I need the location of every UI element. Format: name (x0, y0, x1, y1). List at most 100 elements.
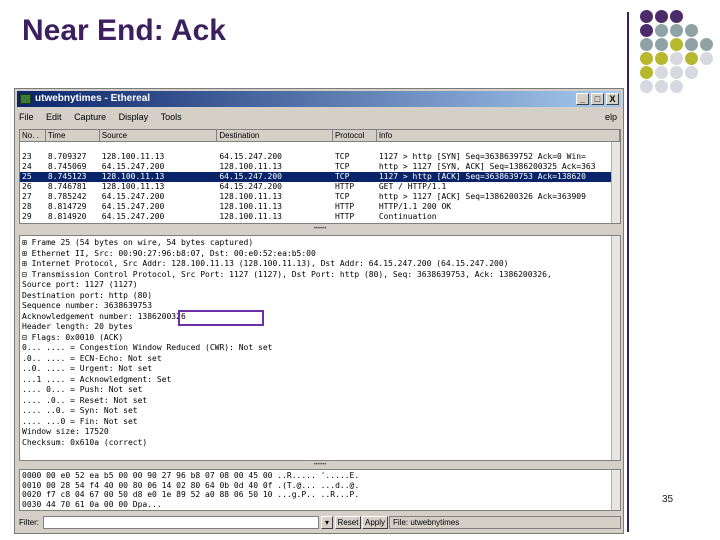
menu-edit[interactable]: Edit (46, 109, 62, 125)
apply-button[interactable]: Apply (362, 516, 388, 529)
decorative-dot (700, 38, 713, 51)
table-row[interactable]: 29 8.814920 64.15.247.200 128.100.11.13 HTTP… (20, 212, 620, 222)
close-button[interactable]: X (606, 93, 619, 105)
page-number: 35 (662, 494, 674, 505)
menu-tools[interactable]: Tools (161, 109, 182, 125)
detail-line[interactable]: ..0. .... = Urgent: Not set (22, 364, 620, 375)
detail-line[interactable]: Checksum: 0x610a (correct) (22, 438, 620, 449)
detail-line[interactable]: Window size: 17520 (22, 427, 620, 438)
cell-src (100, 142, 218, 152)
cell-src: 128.100.11.13 (101, 152, 165, 161)
hex-dump: 0000 00 e0 52 ea b5 00 00 90 27 96 b8 07… (19, 469, 621, 511)
cell-no (20, 142, 46, 152)
reset-button[interactable]: Reset (335, 516, 361, 529)
menubar: File Edit Capture Display Tools elp (19, 109, 619, 125)
statusbar: Filter: ▾ Reset Apply File: utwebnytimes (19, 515, 621, 531)
decorative-dot (670, 24, 683, 37)
detail-line[interactable]: 0... .... = Congestion Window Reduced (C… (22, 343, 620, 354)
slide-title: Near End: Ack (22, 14, 226, 47)
menu-file[interactable]: File (19, 109, 34, 125)
detail-line[interactable]: .... ...0 = Fin: Not set (22, 417, 620, 428)
table-row[interactable]: 23 8.709327 128.100.11.13 64.15.247.200 TCP 1… (20, 152, 620, 162)
decorative-dot (670, 38, 683, 51)
cell-info: Continuation (378, 212, 437, 221)
table-row[interactable]: 27 8.785242 64.15.247.200 128.100.11.13 TCP h… (20, 192, 620, 202)
cell-info: 1127 > http [SYN] Seq=3638639752 Ack=0 W… (378, 152, 586, 161)
decorative-dot (640, 52, 653, 65)
detail-line[interactable]: ⊟ Flags: 0x0010 (ACK) (22, 333, 620, 344)
cell-time: 8.814729 (47, 202, 87, 211)
cell-proto: TCP (334, 192, 350, 201)
minimize-button[interactable]: _ (576, 93, 589, 105)
detail-line[interactable]: Sequence number: 3638639753 (22, 301, 620, 312)
decorative-dot (685, 66, 698, 79)
cell-proto: TCP (334, 152, 350, 161)
detail-line[interactable]: .0.. .... = ECN-Echo: Not set (22, 354, 620, 365)
maximize-button[interactable]: □ (591, 93, 604, 105)
column-info[interactable]: Info (377, 130, 620, 141)
cell-time: 8.745123 (47, 172, 87, 181)
cell-dst: 128.100.11.13 (219, 192, 282, 201)
decorative-dot (685, 52, 698, 65)
cell-info: GET / HTTP/1.1 (378, 182, 447, 191)
hex-line: 0020 f7 c8 04 67 00 50 d8 e0 1e 89 52 a0… (22, 490, 360, 499)
hex-scrollbar[interactable] (611, 470, 620, 510)
detail-line[interactable]: ⊟ Transmission Control Protocol, Src Por… (22, 270, 620, 281)
table-row[interactable]: 25 8.745123 128.100.11.13 64.15.247.200 TCP 1… (20, 172, 620, 182)
cell-src: 128.100.11.13 (101, 182, 165, 191)
cell-dst: 64.15.247.200 (219, 152, 282, 161)
cell-proto: TCP (334, 172, 350, 181)
filter-dropdown-icon[interactable]: ▾ (321, 516, 333, 529)
menu-display[interactable]: Display (119, 109, 149, 125)
detail-line[interactable]: ⊞ Frame 25 (54 bytes on wire, 54 bytes c… (22, 238, 620, 249)
column-time[interactable]: Time (46, 130, 100, 141)
detail-line[interactable]: Acknowledgement number: 1386200326 (22, 312, 620, 323)
detail-line[interactable]: .... ..0. = Syn: Not set (22, 406, 620, 417)
decorative-dot (655, 38, 668, 51)
table-row[interactable]: 24 8.745069 64.15.247.200 128.100.11.13 TCP h… (20, 162, 620, 172)
cell-info (377, 142, 620, 152)
splitter-handle[interactable]: •••••• (19, 462, 621, 468)
filter-input[interactable] (43, 516, 319, 529)
cell-src: 64.15.247.200 (101, 212, 165, 221)
detail-line[interactable]: ⊞ Internet Protocol, Src Addr: 128.100.1… (22, 259, 620, 270)
window-titlebar[interactable]: utwebnytimes - Ethereal _ □ X (17, 91, 621, 107)
cell-dst: 64.15.247.200 (219, 182, 282, 191)
menu-capture[interactable]: Capture (74, 109, 106, 125)
window-title: utwebnytimes - Ethereal (35, 93, 151, 104)
packet-list-scrollbar[interactable] (611, 142, 620, 223)
cell-info: 1127 > http [ACK] Seq=3638639753 Ack=138… (378, 172, 586, 181)
column-protocol[interactable]: Protocol (333, 130, 377, 141)
ack-number-highlight (178, 310, 264, 326)
detail-line[interactable]: Source port: 1127 (1127) (22, 280, 620, 291)
detail-line[interactable]: ...1 .... = Acknowledgment: Set (22, 375, 620, 386)
packet-rows: 23 8.709327 128.100.11.13 64.15.247.200 TCP 1… (20, 142, 620, 222)
decorative-dot (640, 66, 653, 79)
column-destination[interactable]: Destination (217, 130, 333, 141)
splitter-handle[interactable]: •••••• (19, 226, 621, 232)
packet-detail: ⊞ Frame 25 (54 bytes on wire, 54 bytes c… (19, 235, 621, 461)
detail-line[interactable]: ⊞ Ethernet II, Src: 00:90:27:96:b8:07, D… (22, 249, 620, 260)
table-row[interactable]: 28 8.814729 64.15.247.200 128.100.11.13 HTTP… (20, 202, 620, 212)
cell-time (46, 142, 100, 152)
table-row[interactable]: 26 8.746781 128.100.11.13 64.15.247.200 HTTP… (20, 182, 620, 192)
decorative-dot (640, 38, 653, 51)
menu-help[interactable]: elp (605, 109, 617, 125)
column-source[interactable]: Source (100, 130, 218, 141)
packet-list-header: No. . Time Source Destination Protocol I… (20, 130, 620, 142)
column-no[interactable]: No. . (20, 130, 46, 141)
cell-no: 26 (22, 182, 32, 191)
detail-line[interactable]: Header length: 20 bytes (22, 322, 620, 333)
decorative-dot (685, 38, 698, 51)
table-row[interactable] (20, 142, 620, 152)
cell-no: 27 (22, 192, 32, 201)
detail-scrollbar[interactable] (611, 236, 620, 460)
cell-dst: 128.100.11.13 (219, 212, 282, 221)
detail-line[interactable]: .... 0... = Push: Not set (22, 385, 620, 396)
cell-proto: HTTP (334, 182, 355, 191)
cell-no: 28 (22, 202, 32, 211)
decorative-dots (640, 10, 720, 100)
cell-info: http > 1127 [ACK] Seq=1386200326 Ack=363… (378, 192, 586, 201)
detail-line[interactable]: .... .0.. = Reset: Not set (22, 396, 620, 407)
detail-line[interactable]: Destination port: http (80) (22, 291, 620, 302)
